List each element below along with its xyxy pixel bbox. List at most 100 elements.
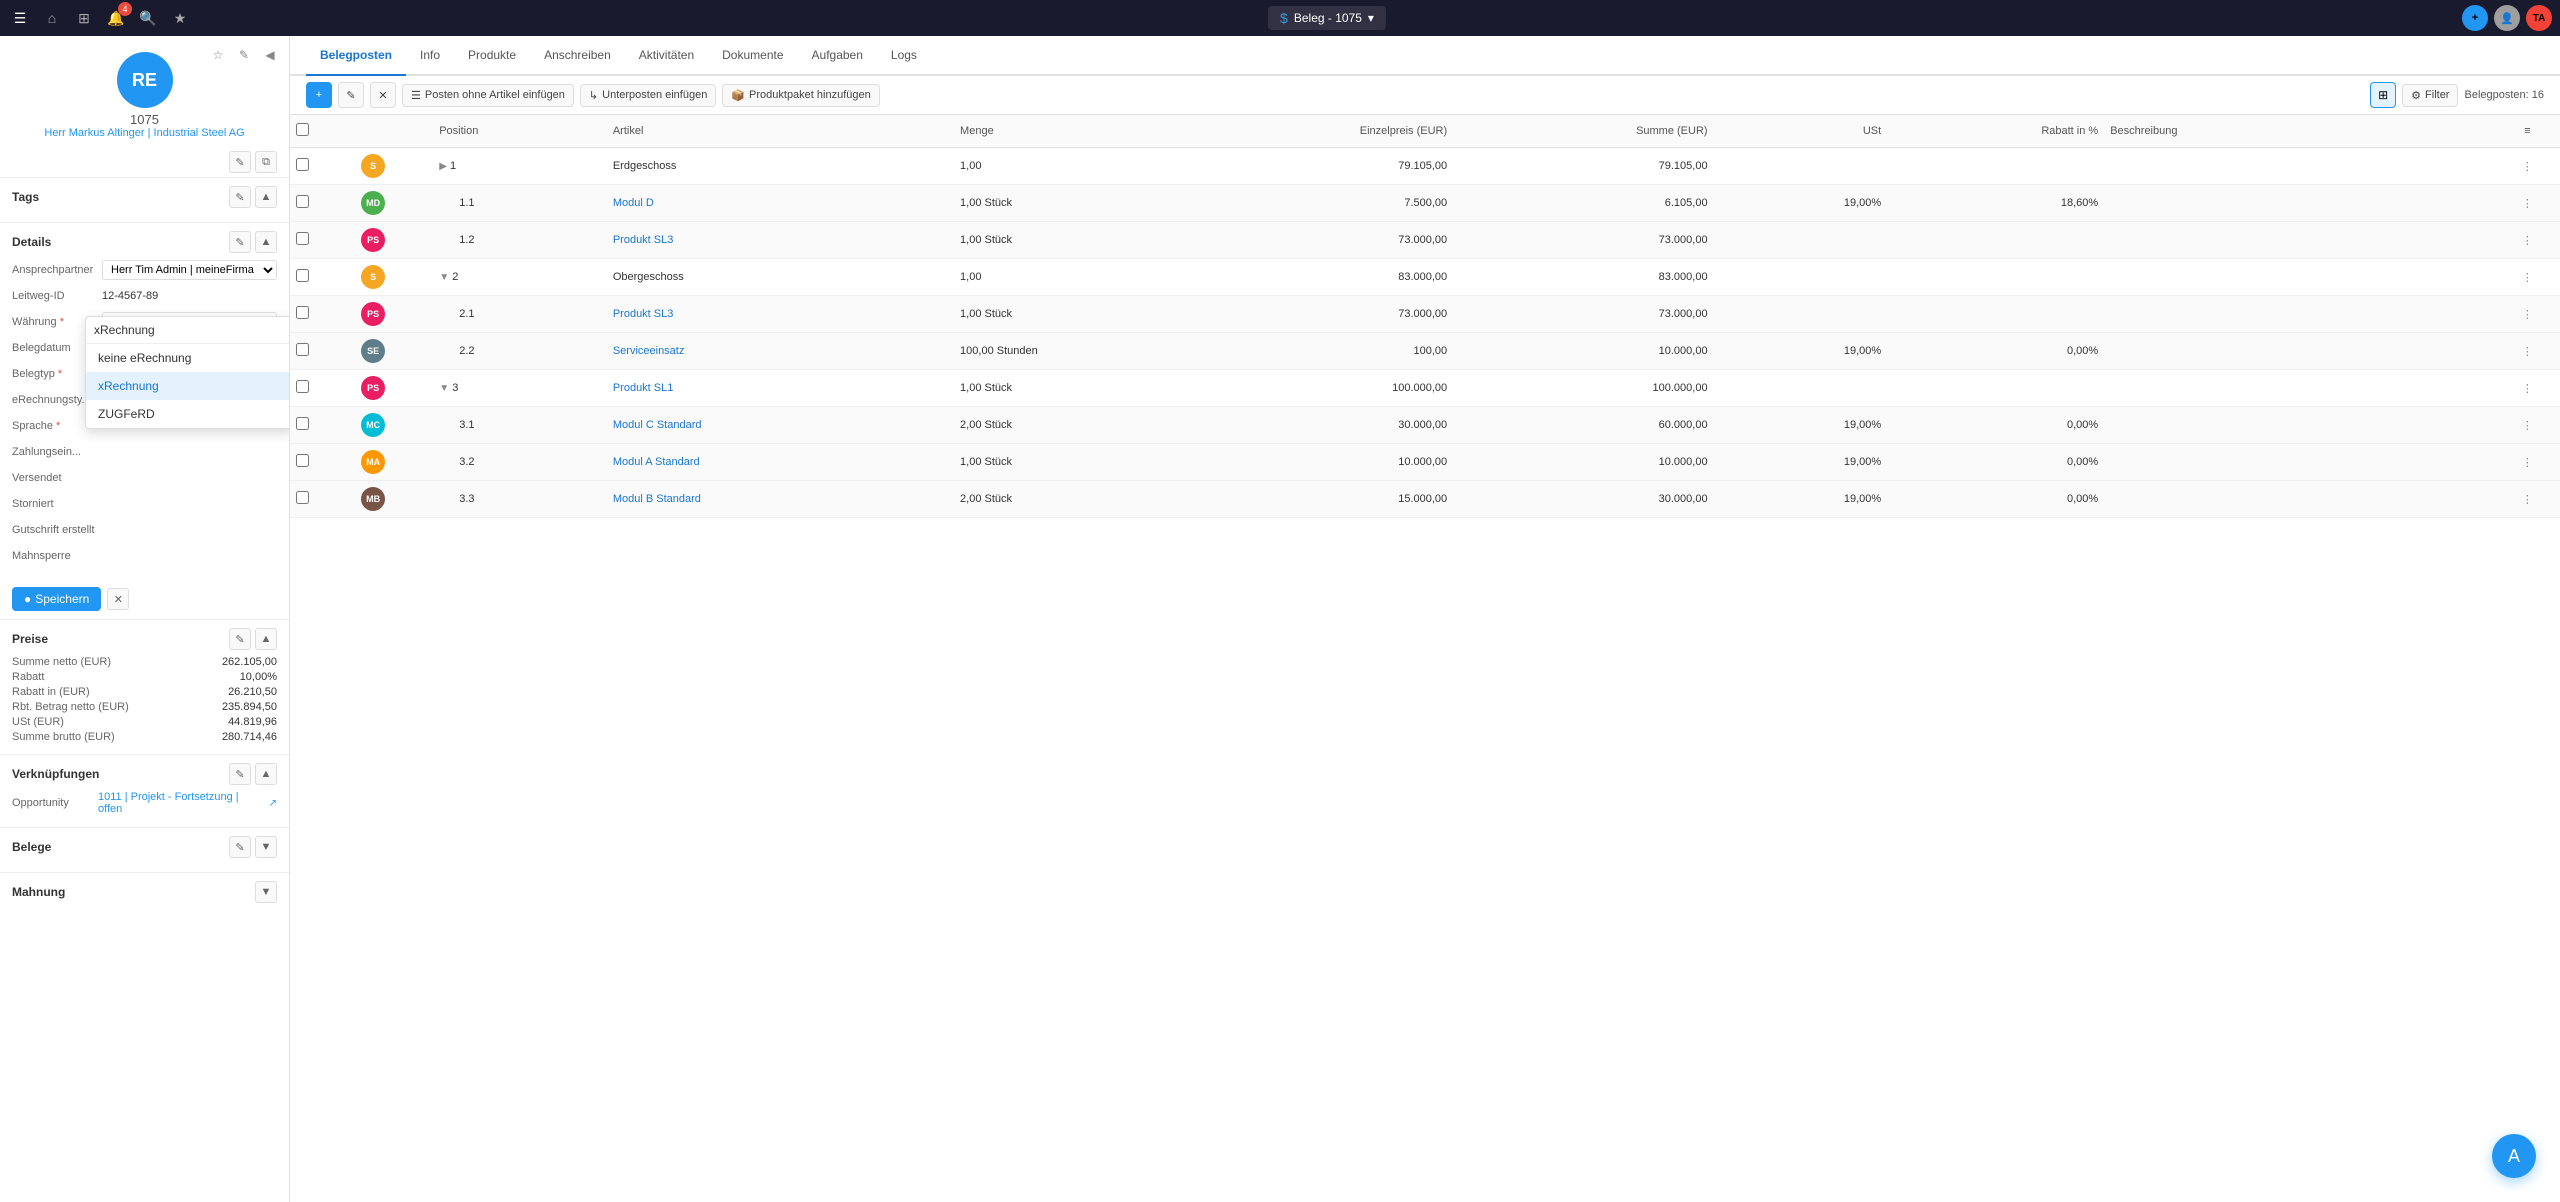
expand-icon[interactable]: ▼ (439, 383, 449, 394)
belege-collapse-btn[interactable]: ▼ (255, 836, 277, 858)
row-artikel[interactable]: Modul A Standard (607, 444, 954, 481)
row-menu[interactable]: ⋮ (2495, 370, 2560, 407)
row-menu-icon[interactable]: ⋮ (2522, 346, 2533, 358)
tab-dokumente[interactable]: Dokumente (708, 36, 797, 76)
dropdown-item-keine[interactable]: keine eRechnung (86, 344, 290, 372)
row-checkbox[interactable] (296, 343, 309, 356)
row-artikel[interactable]: Modul C Standard (607, 407, 954, 444)
expand-icon[interactable]: ▼ (439, 272, 449, 283)
tab-aufgaben[interactable]: Aufgaben (798, 36, 877, 76)
beleg-title-bar[interactable]: $ Beleg - 1075 ▾ (1268, 6, 1386, 30)
save-secondary-btn[interactable]: ✕ (107, 588, 129, 610)
view-grid-btn[interactable]: ⊞ (2370, 82, 2396, 108)
filter-button[interactable]: ⚙ Filter (2402, 84, 2458, 107)
prices-collapse-btn[interactable]: ▲ (255, 628, 277, 650)
row-checkbox[interactable] (296, 380, 309, 393)
artikel-link[interactable]: Produkt SL3 (613, 308, 674, 320)
verknupfungen-collapse-btn[interactable]: ▲ (255, 763, 277, 785)
row-checkbox[interactable] (296, 454, 309, 467)
sidebar-record-link[interactable]: Herr Markus Altinger | Industrial Steel … (44, 127, 244, 139)
delete-button[interactable]: ✕ (370, 82, 396, 108)
expand-icon[interactable]: ▶ (439, 161, 447, 172)
row-menu-icon[interactable]: ⋮ (2522, 494, 2533, 506)
dropdown-item-zugferd[interactable]: ZUGFeRD (86, 400, 290, 428)
row-checkbox[interactable] (296, 232, 309, 245)
artikel-link[interactable]: Modul D (613, 197, 654, 209)
details-collapse-btn[interactable]: ▲ (255, 231, 277, 253)
sidebar-collapse-button[interactable]: ◀ (259, 44, 281, 66)
row-checkbox[interactable] (296, 491, 309, 504)
fab-button[interactable]: A (2492, 1134, 2536, 1178)
row-menu-icon[interactable]: ⋮ (2522, 420, 2533, 432)
row-menu[interactable]: ⋮ (2495, 407, 2560, 444)
details-edit-btn[interactable]: ✎ (229, 231, 251, 253)
dropdown-search-input[interactable] (94, 323, 286, 337)
sidebar-pencil-btn[interactable]: ✎ (229, 151, 251, 173)
artikel-link[interactable]: Modul B Standard (613, 493, 701, 505)
home-icon[interactable]: ⌂ (40, 6, 64, 30)
tags-edit-btn[interactable]: ✎ (229, 186, 251, 208)
row-artikel[interactable]: Produkt SL1 (607, 370, 954, 407)
artikel-link[interactable]: Modul C Standard (613, 419, 702, 431)
row-menu-icon[interactable]: ⋮ (2522, 309, 2533, 321)
row-artikel[interactable]: Produkt SL3 (607, 222, 954, 259)
posten-ohne-artikel-button[interactable]: ☰ Posten ohne Artikel einfügen (402, 84, 574, 107)
mahnung-collapse-btn[interactable]: ▼ (255, 881, 277, 903)
sidebar-edit-button[interactable]: ✎ (233, 44, 255, 66)
row-menu[interactable]: ⋮ (2495, 222, 2560, 259)
row-artikel[interactable]: Modul B Standard (607, 481, 954, 518)
tab-info[interactable]: Info (406, 36, 454, 76)
artikel-link[interactable]: Serviceeinsatz (613, 345, 685, 357)
row-artikel[interactable]: Modul D (607, 185, 954, 222)
belege-edit-btn[interactable]: ✎ (229, 836, 251, 858)
row-menu[interactable]: ⋮ (2495, 296, 2560, 333)
row-menu-icon[interactable]: ⋮ (2522, 272, 2533, 284)
row-menu-icon[interactable]: ⋮ (2522, 457, 2533, 469)
dropdown-item-xrechnung[interactable]: xRechnung (86, 372, 290, 400)
produktpaket-button[interactable]: 📦 Produktpaket hinzufügen (722, 84, 879, 107)
ansprechpartner-select[interactable]: Herr Tim Admin | meineFirma GmbH (102, 260, 277, 280)
search-icon[interactable]: 🔍 (136, 6, 160, 30)
sidebar-copy-btn[interactable]: ⧉ (255, 151, 277, 173)
row-artikel[interactable]: Produkt SL3 (607, 296, 954, 333)
row-checkbox[interactable] (296, 158, 309, 171)
verknupfungen-edit-btn[interactable]: ✎ (229, 763, 251, 785)
user-avatar[interactable]: 👤 (2494, 5, 2520, 31)
opportunity-external-icon[interactable]: ↗ (269, 798, 277, 809)
row-menu[interactable]: ⋮ (2495, 444, 2560, 481)
artikel-link[interactable]: Modul A Standard (613, 456, 700, 468)
tab-belegposten[interactable]: Belegposten (306, 36, 406, 76)
unterposten-button[interactable]: ↳ Unterposten einfügen (580, 84, 716, 107)
menu-icon[interactable]: ☰ (8, 6, 32, 30)
edit-button[interactable]: ✎ (338, 82, 364, 108)
star-icon[interactable]: ★ (168, 6, 192, 30)
row-menu[interactable]: ⋮ (2495, 481, 2560, 518)
tab-anschreiben[interactable]: Anschreiben (530, 36, 625, 76)
save-button[interactable]: ● Speichern (12, 587, 101, 611)
row-checkbox[interactable] (296, 417, 309, 430)
bell-icon[interactable]: 🔔 4 (104, 6, 128, 30)
row-menu-icon[interactable]: ⋮ (2522, 383, 2533, 395)
row-checkbox[interactable] (296, 195, 309, 208)
row-menu-icon[interactable]: ⋮ (2522, 235, 2533, 247)
row-menu-icon[interactable]: ⋮ (2522, 161, 2533, 173)
grid-icon[interactable]: ⊞ (72, 6, 96, 30)
row-artikel[interactable]: Serviceeinsatz (607, 333, 954, 370)
row-menu[interactable]: ⋮ (2495, 148, 2560, 185)
add-button[interactable]: + (306, 82, 332, 108)
tab-logs[interactable]: Logs (877, 36, 931, 76)
select-all-checkbox[interactable] (296, 123, 309, 136)
row-menu[interactable]: ⋮ (2495, 259, 2560, 296)
prices-edit-btn[interactable]: ✎ (229, 628, 251, 650)
tab-aktivitaten[interactable]: Aktivitäten (625, 36, 708, 76)
artikel-link[interactable]: Produkt SL1 (613, 382, 674, 394)
artikel-link[interactable]: Produkt SL3 (613, 234, 674, 246)
user-initials-avatar[interactable]: TA (2526, 5, 2552, 31)
row-checkbox[interactable] (296, 269, 309, 282)
row-checkbox[interactable] (296, 306, 309, 319)
sidebar-star-button[interactable]: ☆ (207, 44, 229, 66)
row-menu[interactable]: ⋮ (2495, 333, 2560, 370)
row-menu-icon[interactable]: ⋮ (2522, 198, 2533, 210)
tags-collapse-btn[interactable]: ▲ (255, 186, 277, 208)
row-menu[interactable]: ⋮ (2495, 185, 2560, 222)
